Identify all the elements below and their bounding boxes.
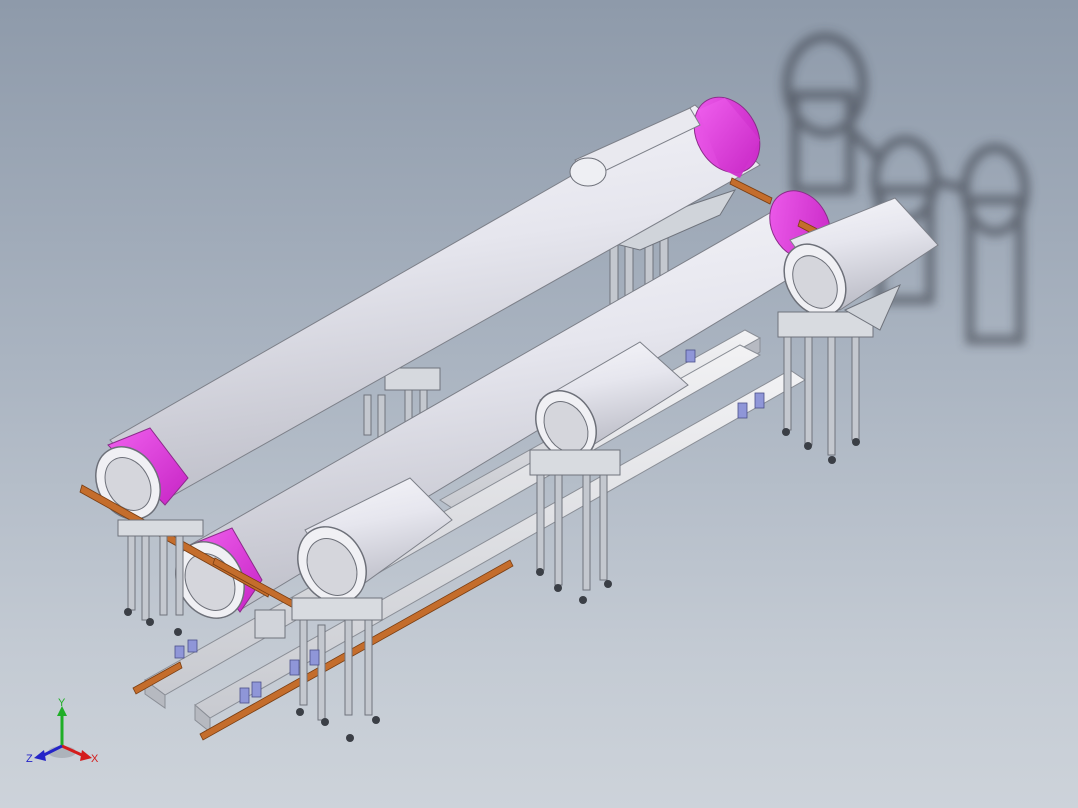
cad-model-scene[interactable] <box>0 0 1078 808</box>
y-axis-label: Y <box>58 697 66 709</box>
graphics-viewport[interactable]: Y X Z <box>0 0 1078 808</box>
z-axis-label: Z <box>26 753 33 765</box>
stand-middle[interactable] <box>529 449 621 591</box>
x-axis-label: X <box>91 753 99 765</box>
stand-right[interactable] <box>777 284 901 456</box>
coordinate-triad: Y X Z <box>26 697 99 765</box>
